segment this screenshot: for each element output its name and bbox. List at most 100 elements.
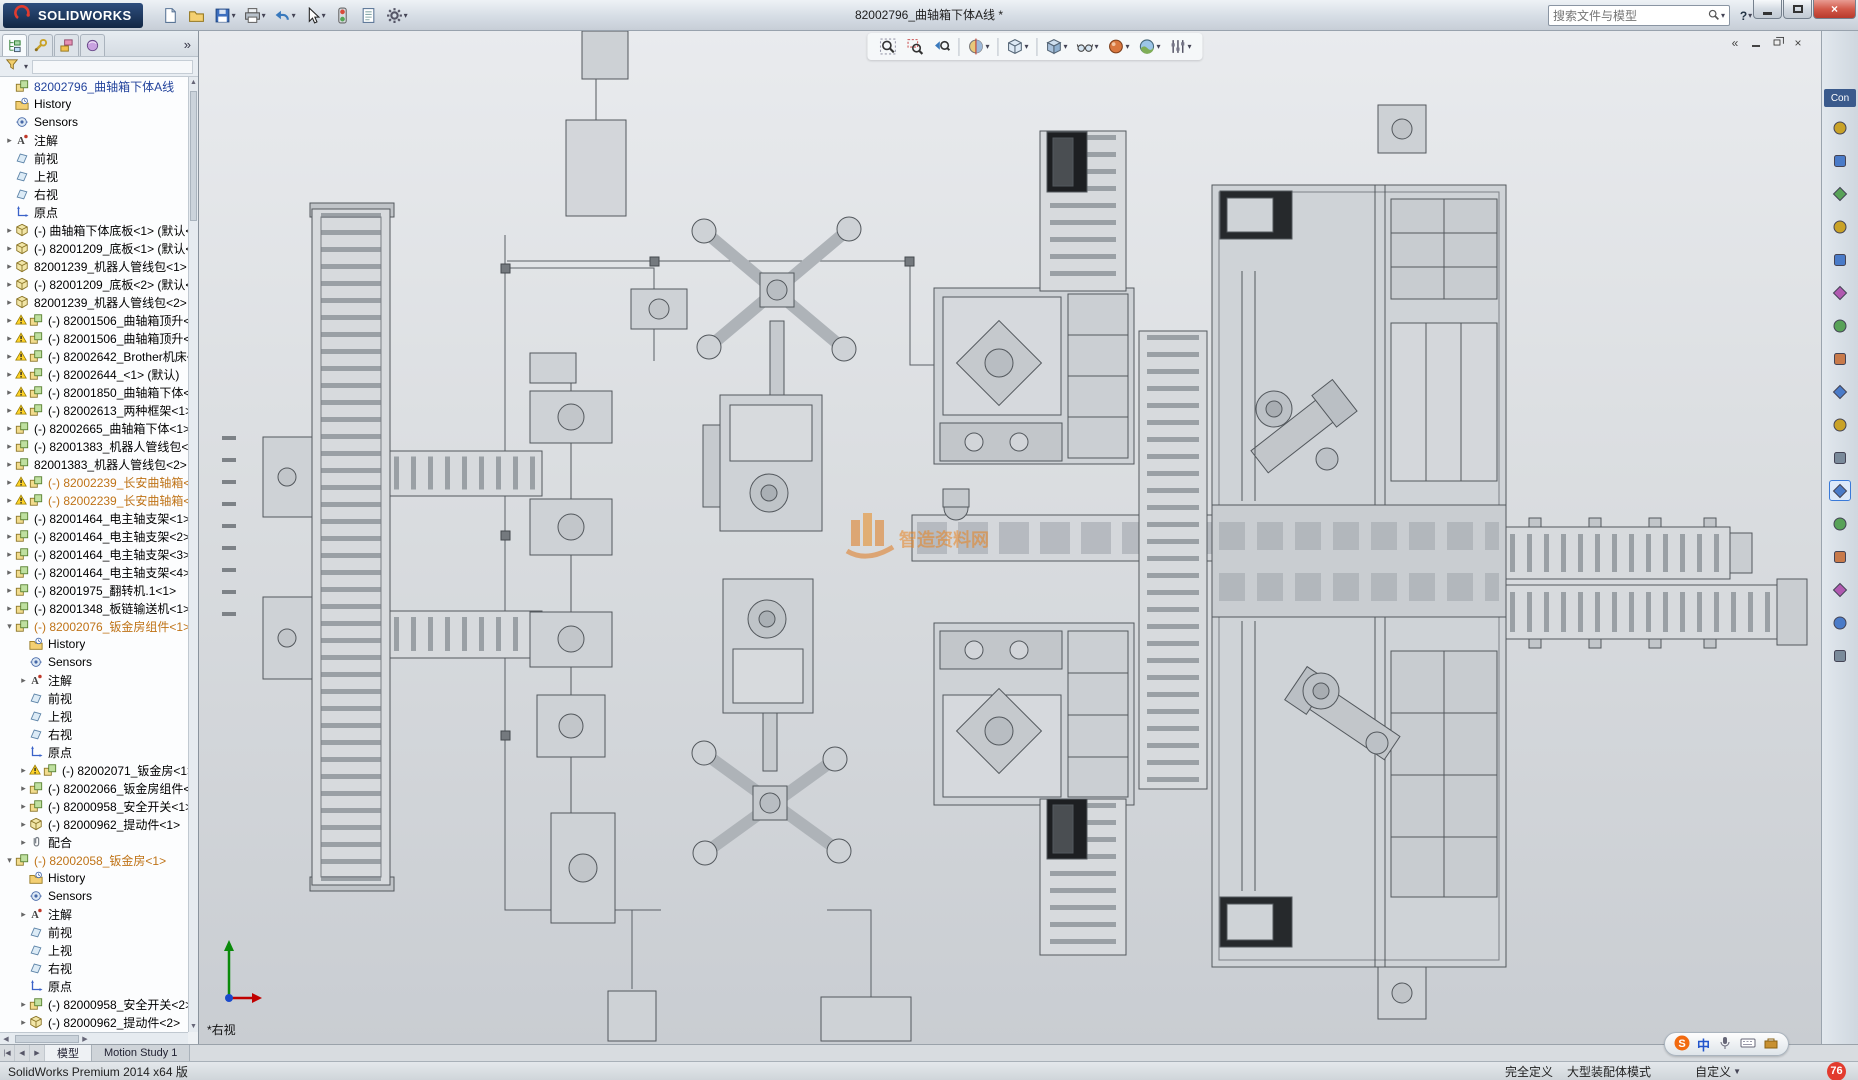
task-pane-command-icon[interactable] [1829,579,1851,600]
vertical-scroll-thumb[interactable] [190,91,197,221]
tree-item[interactable]: Sensors [0,113,188,131]
scroll-left-icon[interactable]: ◀ [0,1035,12,1043]
collapsed-arrow-icon[interactable]: ▸ [4,333,15,344]
select-button[interactable]: ▾ [301,3,329,27]
horizontal-scroll-thumb[interactable] [15,1035,79,1043]
section-view-button[interactable]: ▾ [964,35,992,59]
collapsed-arrow-icon[interactable]: ▸ [4,441,15,452]
tree-item[interactable]: ▸(-) 82002071_钣金房<1> [0,761,188,779]
tree-item[interactable]: Sensors [0,887,188,905]
ime-logo-icon[interactable]: S [1674,1035,1690,1054]
tree-item[interactable]: ▸(-) 82001464_电主轴支架<3> [0,545,188,563]
task-pane-command-icon[interactable] [1829,480,1851,501]
tree-item[interactable]: 原点 [0,977,188,995]
tree-item[interactable]: 右视 [0,959,188,977]
tree-item[interactable]: ▸(-) 82001850_曲轴箱下体<1> [0,383,188,401]
close-document-button[interactable]: × [1789,34,1807,51]
task-pane-command-icon[interactable] [1829,249,1851,270]
collapsed-arrow-icon[interactable]: ▸ [4,531,15,542]
tree-item[interactable]: Sensors [0,653,188,671]
file-properties-button[interactable] [357,3,381,27]
ime-keyboard-icon[interactable] [1740,1035,1756,1054]
save-button[interactable]: ▾ [211,3,239,27]
task-pane-command-icon[interactable] [1829,513,1851,534]
ime-mic-icon[interactable] [1717,1035,1733,1054]
tree-item[interactable]: ▸(-) 82001348_板链输送机<1> [0,599,188,617]
expanded-arrow-icon[interactable]: ▾ [4,621,15,632]
close-window-button[interactable]: × [1813,0,1856,19]
dropdown-arrow-icon[interactable]: ▾ [404,11,408,20]
status-config[interactable]: 自定义 [1695,1063,1731,1080]
task-pane-command-icon[interactable] [1829,645,1851,666]
tree-item[interactable]: ▸(-) 82002613_两种框架<1> [0,401,188,419]
scroll-down-icon[interactable]: ▼ [189,1021,198,1032]
tree-item[interactable]: ▸(-) 82001506_曲轴箱顶升<1> [0,311,188,329]
ime-language-toggle[interactable]: 中 [1697,1035,1710,1054]
tree-item[interactable]: ▸(-) 82002644_<1> (默认) [0,365,188,383]
collapsed-arrow-icon[interactable]: ▸ [4,297,15,308]
tree-item[interactable]: ▸(-) 82002066_钣金房组件<1> [0,779,188,797]
tree-item[interactable]: ▸(-) 82001464_电主轴支架<2> [0,527,188,545]
collapsed-arrow-icon[interactable]: ▸ [18,837,29,848]
collapsed-arrow-icon[interactable]: ▸ [18,1017,29,1028]
tree-item[interactable]: ▸(-) 82001464_电主轴支架<1> [0,509,188,527]
apply-scene-button[interactable]: ▾ [1136,35,1164,59]
dropdown-arrow-icon[interactable]: ▾ [322,11,326,20]
propertymanager-tab[interactable] [28,34,53,56]
featuremanager-tab[interactable] [2,34,27,56]
dropdown-arrow-icon[interactable]: ▾ [1188,42,1192,51]
maximize-window-button[interactable] [1783,0,1812,19]
tree-item[interactable]: ▸(-) 82000962_提动件<2> [0,1013,188,1031]
tab-scroll-first-icon[interactable]: |◀ [0,1045,15,1061]
tree-item[interactable]: 右视 [0,185,188,203]
zoom-fit-button[interactable] [875,35,899,59]
undo-button[interactable]: ▾ [271,3,299,27]
task-pane-command-icon[interactable] [1829,282,1851,303]
tree-item[interactable]: ▾(-) 82002058_钣金房<1> [0,851,188,869]
collapsed-arrow-icon[interactable]: ▸ [18,999,29,1010]
collapsed-arrow-icon[interactable]: ▸ [4,459,15,470]
tree-item[interactable]: 右视 [0,725,188,743]
collapsed-arrow-icon[interactable]: ▸ [18,675,29,686]
collapsed-arrow-icon[interactable]: ▸ [4,549,15,560]
dropdown-arrow-icon[interactable]: ▾ [1157,42,1161,51]
view-orientation-button[interactable]: ▾ [1003,35,1031,59]
dock-document-button[interactable]: « [1726,34,1744,51]
tree-item[interactable]: ▸(-) 82002642_Brother机床<1> [0,347,188,365]
collapsed-arrow-icon[interactable]: ▸ [4,315,15,326]
tree-item[interactable]: History [0,869,188,887]
collapsed-arrow-icon[interactable]: ▸ [4,567,15,578]
tree-item[interactable]: ▸(-) 曲轴箱下体底板<1> (默认<<默认>_显示状态 1>) [0,221,188,239]
displaymanager-tab[interactable] [80,34,105,56]
collapsed-arrow-icon[interactable]: ▸ [4,135,15,146]
rebuild-button[interactable] [331,3,355,27]
collapsed-arrow-icon[interactable]: ▸ [4,261,15,272]
tree-item[interactable]: ▸(-) 82001209_底板<1> (默认<<默认>_显示状态 1>) [0,239,188,257]
tree-item[interactable]: ▸82001239_机器人管线包<1> [0,257,188,275]
panel-tabs-overflow-icon[interactable]: » [184,34,191,56]
task-pane-command-icon[interactable] [1829,183,1851,204]
tree-item[interactable]: 原点 [0,743,188,761]
restore-document-button[interactable] [1768,34,1786,51]
collapsed-arrow-icon[interactable]: ▸ [4,243,15,254]
task-pane-command-icon[interactable] [1829,117,1851,138]
tree-item[interactable]: 前视 [0,689,188,707]
collapsed-arrow-icon[interactable]: ▸ [4,387,15,398]
collapsed-arrow-icon[interactable]: ▸ [18,783,29,794]
tree-item[interactable]: ▸(-) 82001464_电主轴支架<4> [0,563,188,581]
tree-item[interactable]: ▸(-) 82001383_机器人管线包<1> [0,437,188,455]
tree-item[interactable]: ▸82001239_机器人管线包<2> [0,293,188,311]
tree-item[interactable]: 原点 [0,203,188,221]
tree-item[interactable]: ▸(-) 82000962_提动件<1> [0,815,188,833]
tree-item[interactable]: ▸A注解 [0,131,188,149]
tab-motion-study[interactable]: Motion Study 1 [92,1045,190,1061]
collapsed-arrow-icon[interactable]: ▸ [4,405,15,416]
tree-item[interactable]: ▸(-) 82001506_曲轴箱顶升<2> [0,329,188,347]
open-button[interactable] [185,3,209,27]
tree-item[interactable]: ▸A注解 [0,905,188,923]
tree-item[interactable]: 上视 [0,707,188,725]
ime-toolbox-icon[interactable] [1763,1035,1779,1054]
notification-badge[interactable]: 76 [1827,1062,1846,1080]
collapsed-arrow-icon[interactable]: ▸ [4,513,15,524]
scroll-up-icon[interactable]: ▲ [189,77,198,88]
